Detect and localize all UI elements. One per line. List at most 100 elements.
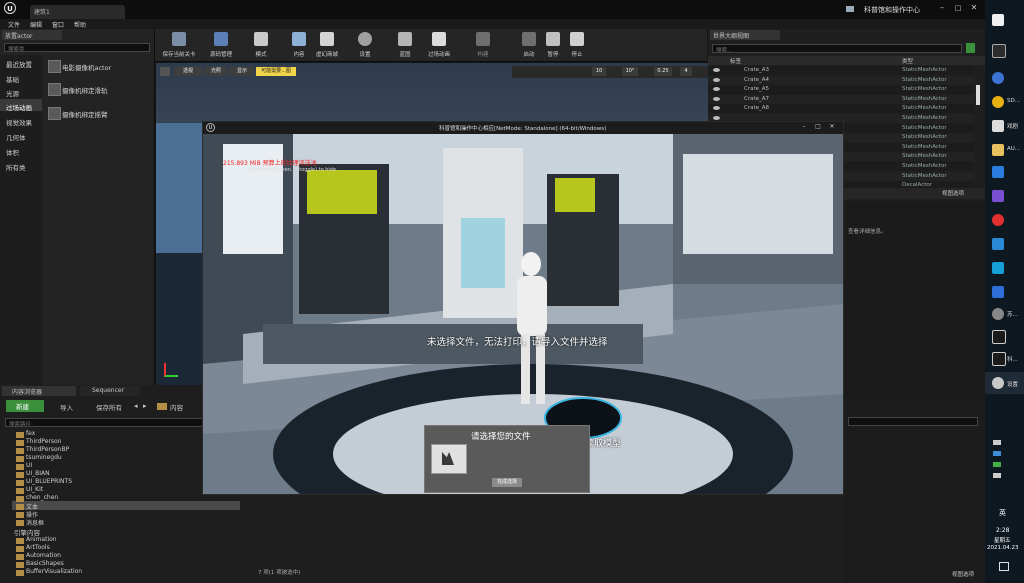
search-icon[interactable] <box>992 44 1006 58</box>
outliner-row[interactable]: Crate_A7 StaticMeshActor <box>708 94 974 104</box>
menu-edit[interactable]: 编辑 <box>30 20 42 29</box>
menu-window[interactable]: 窗口 <box>52 20 64 29</box>
details-search-input[interactable] <box>848 417 978 426</box>
source-control-icon[interactable] <box>846 6 854 12</box>
content-path[interactable]: 内容 <box>170 402 183 412</box>
grid-snap-value[interactable]: 10 <box>592 67 606 76</box>
content-browser-tab[interactable]: 内容浏览器 <box>2 386 76 396</box>
clock-time[interactable]: 2:28 <box>996 527 1009 534</box>
place-item-camera-crane[interactable]: 摄像机绑定摇臂 <box>62 109 108 119</box>
system-tray[interactable] <box>993 438 1017 498</box>
outliner-row[interactable]: Crate_A4 StaticMeshActor <box>708 75 974 85</box>
visibility-eye-icon[interactable] <box>713 77 720 82</box>
minimize-button[interactable]: – <box>936 3 948 13</box>
folder-item[interactable]: UI <box>26 462 32 469</box>
maximize-button[interactable]: □ <box>952 3 964 13</box>
unreal-logo-icon[interactable]: U <box>4 2 16 14</box>
taskbar-app-au[interactable]: AU... <box>1007 146 1020 152</box>
category-visual-effects[interactable]: 视觉效果 <box>6 117 32 127</box>
folder-item[interactable]: ThirdPersonBP <box>26 446 69 453</box>
outliner-search-input[interactable]: 搜索... <box>712 44 962 53</box>
place-item-cine-camera[interactable]: 电影摄像机actor <box>62 62 111 72</box>
viewport-menu-icon[interactable] <box>160 67 170 76</box>
place-item-camera-rail[interactable]: 摄像机绑定滑轨 <box>62 85 108 95</box>
category-basic[interactable]: 基础 <box>6 74 19 84</box>
engine-folder-item[interactable]: Animation <box>26 536 57 543</box>
stop-button[interactable]: 停止 <box>555 29 599 62</box>
settings-button[interactable]: 设置 <box>343 29 387 62</box>
edge-icon[interactable] <box>992 72 1004 84</box>
viewport-show-button[interactable]: 显示 <box>230 67 254 76</box>
unreal-app-icon[interactable] <box>992 330 1006 344</box>
game-maximize-button[interactable]: □ <box>813 123 823 132</box>
visibility-eye-icon[interactable] <box>713 68 720 72</box>
chat-app-icon[interactable] <box>992 286 1004 298</box>
scale-snap-value[interactable]: 0.25 <box>654 67 672 76</box>
folder-item[interactable]: tsuminegdu <box>26 454 62 461</box>
rotation-snap-value[interactable]: 10° <box>622 67 638 76</box>
user-app-icon[interactable] <box>992 308 1004 320</box>
windows-start-icon[interactable] <box>992 14 1004 26</box>
netease-music-icon[interactable] <box>992 214 1004 226</box>
outliner-scrollbar[interactable] <box>976 85 980 105</box>
outliner-add-icon[interactable] <box>966 43 975 53</box>
forward-arrow-icon[interactable]: ▸ <box>143 402 147 410</box>
game-minimize-button[interactable]: – <box>799 123 809 132</box>
level-tab[interactable]: 建筑1 <box>30 5 125 19</box>
document-app-icon[interactable] <box>992 120 1004 132</box>
source-control-button[interactable]: 源码管理 <box>199 29 243 62</box>
cinematics-button[interactable]: 过场动画 <box>417 29 461 62</box>
folder-item[interactable]: chen_chen <box>26 494 58 501</box>
game-window[interactable]: U 科普馆和操作中心相应[NetMode: Standalone] (64-bi… <box>202 121 844 495</box>
outliner-row[interactable]: Crate_A8 StaticMeshActor <box>708 104 974 114</box>
build-button[interactable]: 构建 <box>461 29 505 62</box>
viewport-warning-badge[interactable]: 可能需要...图 <box>256 67 296 76</box>
place-panel-tab[interactable]: 放置actor <box>2 30 62 40</box>
taskbar-app-ke[interactable]: 科... <box>1007 355 1018 363</box>
visibility-eye-icon[interactable] <box>713 96 720 101</box>
visibility-eye-icon[interactable] <box>713 87 720 92</box>
game-window-titlebar[interactable]: U 科普馆和操作中心相应[NetMode: Standalone] (64-bi… <box>203 122 843 134</box>
engine-folder-item[interactable]: ArtTools <box>26 544 50 551</box>
save-all-button[interactable]: 保存所有 <box>86 402 122 412</box>
category-lights[interactable]: 光源 <box>6 88 19 98</box>
qq-app-icon[interactable] <box>992 262 1004 274</box>
game-scene[interactable]: 215.893 MiB 预算上的纹理流送池 DisableAllScreen..… <box>203 134 843 494</box>
folder-item[interactable]: fex <box>26 430 35 437</box>
import-button[interactable]: 导入 <box>50 402 73 412</box>
outliner-view-options[interactable]: 视图选项 <box>942 189 964 197</box>
folder-item[interactable]: ThirdPerson <box>26 438 61 445</box>
settings-taskbar-item[interactable] <box>985 372 1024 394</box>
folder-app-icon[interactable] <box>992 144 1004 156</box>
taskbar-app-drama[interactable]: 戏剧 <box>1007 122 1018 130</box>
notification-icon[interactable] <box>999 562 1009 571</box>
outliner-row[interactable]: Crate_A3 StaticMeshActor <box>708 66 974 75</box>
engine-folder-item[interactable]: BasicShapes <box>26 560 64 567</box>
folder-item[interactable]: UI_BLUEPRINTS <box>26 478 72 485</box>
class-search-input[interactable]: 搜索类 <box>4 43 150 52</box>
category-volumes[interactable]: 体积 <box>6 147 19 157</box>
taskbar-app-sd[interactable]: SD... <box>1007 98 1020 104</box>
engine-folder-item[interactable]: Automation <box>26 552 61 559</box>
back-arrow-icon[interactable]: ◂ <box>134 402 138 410</box>
save-current-button[interactable]: 保存当前关卡 <box>157 29 201 62</box>
outliner-tab[interactable]: 世界大纲视图 <box>710 30 780 40</box>
game-close-button[interactable]: ✕ <box>827 123 837 132</box>
folder-item[interactable]: UI_BIAN <box>26 470 50 477</box>
unreal-app-icon-2[interactable] <box>992 352 1006 366</box>
outliner-col-label[interactable]: 标签 <box>730 57 741 65</box>
taskbar-app-su[interactable]: 苏... <box>1007 310 1018 318</box>
visibility-eye-icon[interactable] <box>713 106 720 111</box>
viewport-lit-button[interactable]: 光照 <box>204 67 228 76</box>
menu-help[interactable]: 帮助 <box>74 20 86 29</box>
category-recent[interactable]: 最近放置 <box>6 59 32 69</box>
engine-folder-item[interactable]: BufferVisualization <box>26 568 82 575</box>
details-view-options[interactable]: 视图选项 <box>952 570 974 578</box>
menu-file[interactable]: 文件 <box>8 20 20 29</box>
category-cinematic[interactable]: 过场动画 <box>6 102 32 112</box>
outliner-row[interactable]: Crate_A5 StaticMeshActor <box>708 85 974 95</box>
category-geometry[interactable]: 几何体 <box>6 132 26 142</box>
sequencer-tab[interactable]: Sequencer <box>80 386 140 396</box>
input-language[interactable]: 英 <box>999 508 1006 518</box>
outliner-col-type[interactable]: 类型 <box>902 57 913 65</box>
